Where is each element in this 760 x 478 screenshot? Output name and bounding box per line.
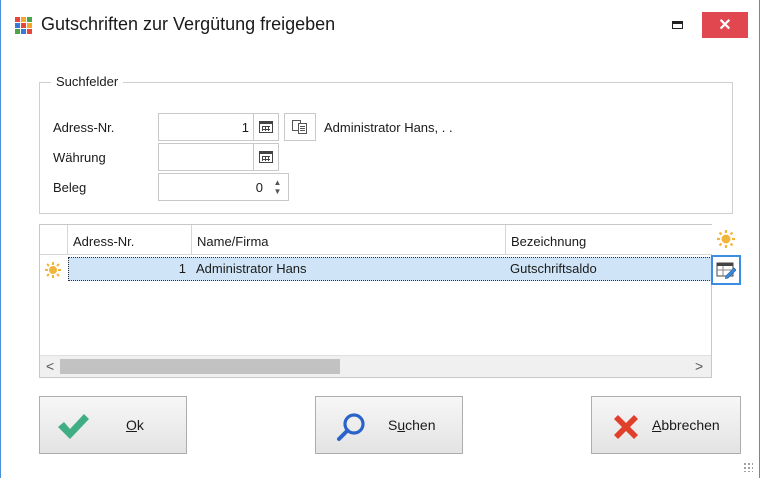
copy-icon <box>292 120 308 134</box>
grid-corner <box>40 225 68 255</box>
horizontal-scrollbar[interactable]: < > <box>40 355 711 377</box>
edit-table-icon <box>716 262 736 279</box>
scroll-right-icon[interactable]: > <box>695 358 703 374</box>
beleg-label: Beleg <box>53 180 87 195</box>
adress-lookup-button[interactable] <box>253 113 279 141</box>
waehrung-label: Währung <box>53 150 106 165</box>
adress-copy-button[interactable] <box>284 113 316 141</box>
column-header-adress-nr[interactable]: Adress-Nr. <box>68 225 192 255</box>
row-indicator-icon <box>45 262 61 278</box>
scroll-left-icon[interactable]: < <box>46 358 54 374</box>
resize-grip-icon[interactable] <box>743 462 753 472</box>
search-group-legend: Suchfelder <box>51 74 124 89</box>
close-button[interactable]: ✕ <box>702 12 748 38</box>
table-lookup-icon <box>259 151 273 163</box>
cell-bezeichnung[interactable]: Gutschriftsaldo <box>510 257 706 281</box>
window-title: Gutschriften zur Vergütung freigeben <box>41 14 336 34</box>
column-header-bezeichnung[interactable]: Bezeichnung <box>506 225 712 255</box>
results-grid: Adress-Nr. Name/Firma Bezeichnung 1 Admi… <box>39 224 712 378</box>
app-grid-icon <box>15 17 33 35</box>
adress-nr-label: Adress-Nr. <box>53 120 115 135</box>
minimize-button[interactable] <box>655 12 699 38</box>
scrollbar-thumb[interactable] <box>60 359 340 374</box>
minimize-icon <box>671 21 683 29</box>
sun-icon <box>717 230 735 248</box>
cell-adress-nr[interactable]: 1 <box>68 257 186 281</box>
checkmark-icon <box>58 414 89 439</box>
waehrung-lookup-button[interactable] <box>253 143 279 171</box>
column-header-name[interactable]: Name/Firma <box>192 225 506 255</box>
cancel-x-icon <box>614 415 638 439</box>
adress-name-display: Administrator Hans, . . <box>324 120 453 135</box>
cancel-button[interactable]: Abbrechen <box>591 396 741 454</box>
search-icon <box>337 413 365 441</box>
edit-row-button[interactable] <box>711 255 741 285</box>
search-groupbox <box>39 82 733 214</box>
search-button-label: Suchen <box>388 417 436 433</box>
title-bar[interactable]: Gutschriften zur Vergütung freigeben ✕ <box>1 0 759 50</box>
beleg-field[interactable]: 0 <box>158 173 268 201</box>
new-row-button[interactable] <box>713 226 739 252</box>
dialog-window: Gutschriften zur Vergütung freigeben ✕ S… <box>0 0 760 478</box>
spin-down-icon[interactable]: ▼ <box>267 187 288 196</box>
search-button[interactable]: Suchen <box>315 396 463 454</box>
cell-name[interactable]: Administrator Hans <box>196 257 506 281</box>
table-lookup-icon <box>259 121 273 133</box>
ok-button-label: Ok <box>126 417 144 433</box>
cancel-button-label: Abbrechen <box>652 417 720 433</box>
spin-up-icon[interactable]: ▲ <box>267 178 288 187</box>
beleg-spinner[interactable]: ▲ ▼ <box>267 173 289 201</box>
ok-button[interactable]: Ok <box>39 396 187 454</box>
adress-nr-field[interactable]: 1 <box>158 113 254 141</box>
waehrung-field[interactable] <box>158 143 254 171</box>
table-row[interactable]: 1 Administrator Hans Gutschriftsaldo <box>68 257 712 281</box>
